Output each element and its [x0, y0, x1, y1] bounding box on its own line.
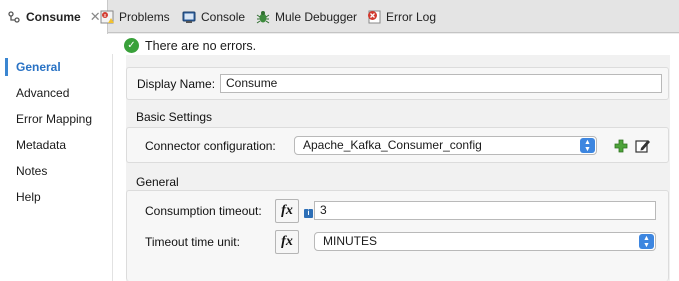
display-name-group: Display Name: Consume — [126, 67, 669, 100]
consumption-timeout-field[interactable]: 3 — [314, 201, 656, 220]
tab-label: Consume — [26, 10, 81, 24]
sidebar: General Advanced Error Mapping Metadata … — [0, 54, 112, 210]
sidebar-item-label: Error Mapping — [16, 112, 93, 126]
tab-consume[interactable]: Consume ✕ — [0, 0, 108, 34]
sidebar-item-help[interactable]: Help — [0, 184, 112, 210]
form-content: Display Name: Consume Basic Settings Con… — [126, 55, 670, 281]
display-name-field[interactable]: Consume — [220, 74, 662, 93]
debugger-bug-icon — [256, 10, 270, 24]
close-icon[interactable]: ✕ — [90, 9, 101, 25]
sidebar-item-label: Notes — [16, 164, 48, 178]
sidebar-item-label: Help — [16, 190, 41, 204]
info-icon: i — [304, 209, 313, 218]
tab-mule-debugger[interactable]: Mule Debugger — [256, 0, 357, 33]
tab-label: Mule Debugger — [275, 9, 358, 24]
editor-tab-bar: Consume ✕ x Problems Console Mule Debugg… — [0, 0, 679, 34]
sidebar-item-label: General — [16, 60, 61, 74]
tab-label: Error Log — [386, 9, 437, 24]
sidebar-item-notes[interactable]: Notes — [0, 158, 112, 184]
sidebar-divider — [112, 54, 113, 281]
connector-configuration-select[interactable]: Apache_Kafka_Consumer_config ▲ ▼ — [294, 136, 597, 155]
status-text: There are no errors. — [145, 38, 257, 53]
check-circle-icon: ✓ — [124, 38, 139, 53]
properties-editor: ✓ There are no errors. General Advanced … — [0, 34, 679, 281]
chevron-updown-icon: ▲ ▼ — [580, 138, 595, 153]
tab-problems[interactable]: x Problems — [100, 0, 170, 33]
sidebar-item-label: Metadata — [16, 138, 67, 152]
tab-label: Problems — [119, 9, 170, 24]
connector-configuration-value: Apache_Kafka_Consumer_config — [303, 138, 482, 152]
basic-settings-title: Basic Settings — [136, 110, 213, 124]
svg-text:x: x — [104, 13, 107, 19]
chevron-updown-icon: ▲ ▼ — [639, 234, 654, 249]
fx-expression-button[interactable]: fx — [275, 230, 299, 254]
tab-label: Console — [201, 9, 246, 24]
consumption-timeout-label: Consumption timeout: — [145, 204, 262, 218]
sidebar-item-metadata[interactable]: Metadata — [0, 132, 112, 158]
general-section-title: General — [136, 175, 179, 189]
fx-expression-button[interactable]: fx — [275, 199, 299, 223]
plus-icon[interactable] — [613, 138, 629, 154]
timeout-time-unit-label: Timeout time unit: — [145, 235, 240, 249]
timeout-time-unit-select[interactable]: MINUTES ▲ ▼ — [314, 232, 656, 251]
validation-status: ✓ There are no errors. — [124, 38, 256, 53]
sidebar-item-advanced[interactable]: Advanced — [0, 80, 112, 106]
mule-flow-icon — [7, 10, 21, 24]
problems-icon: x — [100, 10, 114, 24]
console-icon — [182, 10, 196, 24]
timeout-time-unit-value: MINUTES — [323, 234, 377, 248]
basic-settings-group: Connector configuration: Apache_Kafka_Co… — [126, 127, 669, 163]
tab-console[interactable]: Console — [182, 0, 245, 33]
general-group: Consumption timeout: fx i 3 Timeout time… — [126, 190, 669, 281]
edit-icon[interactable] — [635, 138, 651, 154]
sidebar-item-error-mapping[interactable]: Error Mapping — [0, 106, 112, 132]
sidebar-item-general[interactable]: General — [0, 54, 112, 80]
display-name-label: Display Name: — [137, 77, 216, 91]
error-log-icon — [367, 10, 381, 24]
sidebar-item-label: Advanced — [16, 86, 70, 100]
tab-error-log[interactable]: Error Log — [367, 0, 436, 33]
connector-configuration-label: Connector configuration: — [145, 139, 276, 153]
